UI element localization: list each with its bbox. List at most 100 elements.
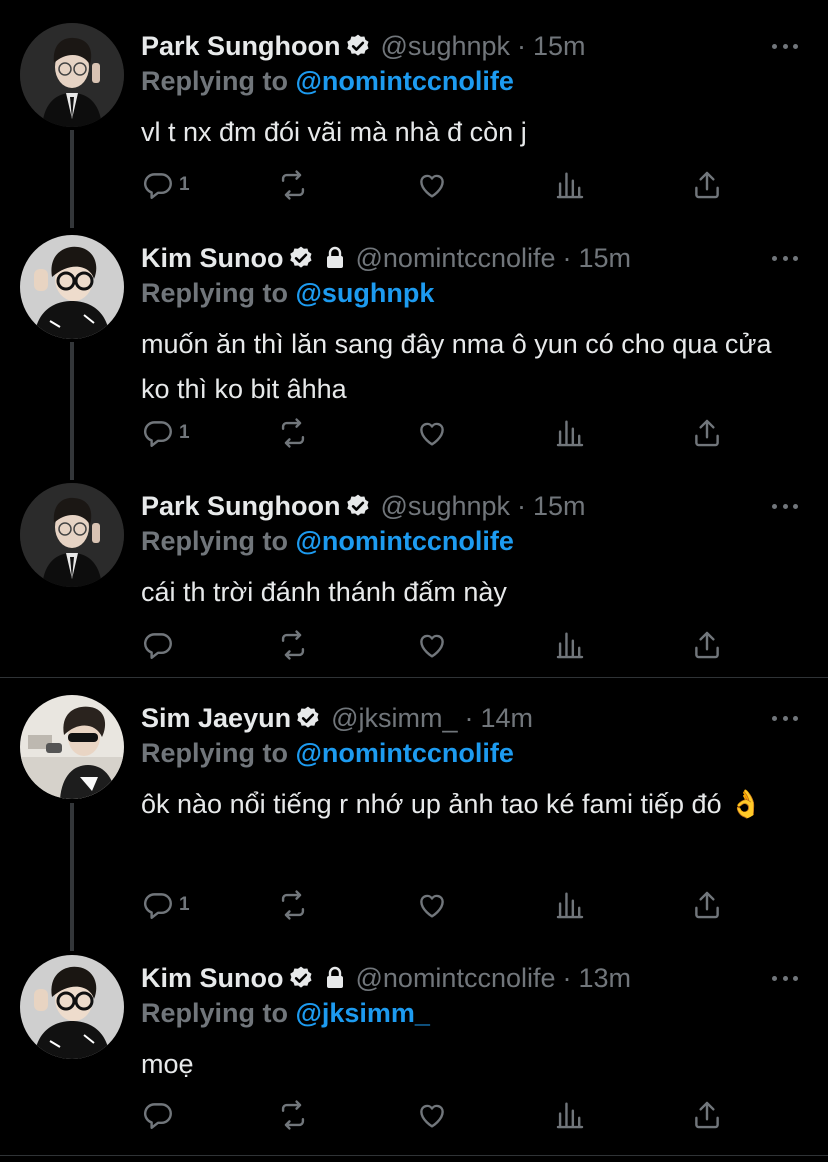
reply-button[interactable]: [141, 1097, 179, 1133]
replying-to-label: Replying to: [141, 526, 288, 556]
retweet-button[interactable]: [276, 887, 310, 923]
avatar[interactable]: [20, 23, 124, 127]
reply-icon: [143, 421, 172, 447]
like-button[interactable]: [415, 1097, 449, 1133]
more-icon[interactable]: [772, 704, 798, 732]
user-handle[interactable]: @sughnpk: [381, 491, 511, 522]
action-bar: 1: [141, 415, 741, 451]
share-button[interactable]: [690, 167, 724, 203]
like-button[interactable]: [415, 167, 449, 203]
share-button[interactable]: [690, 627, 724, 663]
profile-photo-sunoo: [20, 955, 124, 1059]
share-button[interactable]: [690, 1097, 724, 1133]
profile-photo-sunghoon: [20, 23, 124, 127]
views-button[interactable]: [553, 887, 587, 923]
like-button[interactable]: [415, 415, 449, 451]
lock-icon: [326, 246, 343, 268]
reply-button[interactable]: 1: [141, 167, 190, 203]
views-button[interactable]: [553, 415, 587, 451]
mention-link[interactable]: @sughnpk: [296, 278, 435, 308]
analytics-icon: [556, 1102, 584, 1129]
share-icon: [695, 1101, 719, 1129]
timestamp[interactable]: 15m: [533, 31, 586, 62]
like-button[interactable]: [415, 627, 449, 663]
more-icon[interactable]: [772, 32, 798, 60]
avatar[interactable]: [20, 483, 124, 587]
display-name[interactable]: Kim Sunoo: [141, 963, 284, 994]
tweet-header: Park Sunghoon @sughnpk · 15m: [141, 28, 758, 64]
display-name[interactable]: Sim Jaeyun: [141, 703, 291, 734]
mention-link[interactable]: @nomintccnolife: [296, 738, 514, 768]
profile-photo-sunghoon: [20, 483, 124, 587]
avatar[interactable]: [20, 235, 124, 339]
reply-button[interactable]: [141, 627, 179, 663]
user-handle[interactable]: @nomintccnolife: [356, 243, 556, 274]
more-icon[interactable]: [772, 492, 798, 520]
user-handle[interactable]: @nomintccnolife: [356, 963, 556, 994]
conversation-feed: Park Sunghoon @sughnpk · 15m Replying to…: [0, 0, 828, 1162]
timestamp[interactable]: 15m: [579, 243, 632, 274]
heart-icon: [420, 422, 444, 446]
tweet-separator: [0, 677, 828, 678]
share-icon: [695, 171, 719, 199]
views-button[interactable]: [553, 627, 587, 663]
reply-icon: [143, 173, 172, 199]
user-handle[interactable]: @sughnpk: [381, 31, 511, 62]
tweet[interactable]: Park Sunghoon @sughnpk · 15m Replying to…: [0, 20, 828, 215]
tweet-header: Sim Jaeyun @jksimm_ · 14m: [141, 700, 758, 736]
reply-icon: [143, 1103, 172, 1129]
retweet-button[interactable]: [276, 415, 310, 451]
reply-count: 1: [179, 174, 190, 195]
dot-separator: ·: [562, 962, 572, 993]
tweet-header: Park Sunghoon @sughnpk · 15m: [141, 488, 758, 524]
reply-button[interactable]: 1: [141, 415, 190, 451]
retweet-icon: [281, 418, 305, 448]
tweet-text: ôk nào nổi tiếng r nhớ up ảnh tao ké fam…: [141, 789, 763, 819]
reply-count: 1: [179, 894, 190, 915]
mention-link[interactable]: @nomintccnolife: [296, 66, 514, 96]
timestamp[interactable]: 15m: [533, 491, 586, 522]
timestamp[interactable]: 13m: [579, 963, 632, 994]
mention-link[interactable]: @nomintccnolife: [296, 526, 514, 556]
more-icon[interactable]: [772, 244, 798, 272]
action-bar: [141, 627, 741, 663]
retweet-button[interactable]: [276, 1097, 310, 1133]
profile-photo-sunoo: [20, 235, 124, 339]
timestamp[interactable]: 14m: [480, 703, 533, 734]
tweet[interactable]: Sim Jaeyun @jksimm_ · 14m Replying to @n…: [0, 692, 828, 942]
mention-link[interactable]: @jksimm_: [296, 998, 430, 1028]
more-icon[interactable]: [772, 964, 798, 992]
tweet-text: cái th trời đánh thánh đấm này: [141, 577, 507, 607]
tweet-header: Kim Sunoo @nomintccnolife · 13m: [141, 960, 758, 996]
display-name[interactable]: Park Sunghoon: [141, 31, 341, 62]
heart-icon: [420, 174, 444, 198]
views-button[interactable]: [553, 167, 587, 203]
tweet[interactable]: Kim Sunoo @nomintccnolife · 13m Replying…: [0, 952, 828, 1147]
retweet-button[interactable]: [276, 167, 310, 203]
views-button[interactable]: [553, 1097, 587, 1133]
heart-icon: [420, 894, 444, 918]
like-button[interactable]: [415, 887, 449, 923]
share-button[interactable]: [690, 415, 724, 451]
display-name[interactable]: Park Sunghoon: [141, 491, 341, 522]
avatar[interactable]: [20, 955, 124, 1059]
display-name[interactable]: Kim Sunoo: [141, 243, 284, 274]
reply-button[interactable]: 1: [141, 887, 190, 923]
retweet-button[interactable]: [276, 627, 310, 663]
tweet-separator: [0, 1155, 828, 1156]
user-handle[interactable]: @jksimm_: [331, 703, 457, 734]
tweet-header: Kim Sunoo @nomintccnolife · 15m: [141, 240, 758, 276]
tweet[interactable]: Kim Sunoo @nomintccnolife · 15m Replying…: [0, 232, 828, 477]
share-icon: [695, 631, 719, 659]
replying-to: Replying to @nomintccnolife: [141, 526, 514, 557]
tweet[interactable]: Park Sunghoon @sughnpk · 15m Replying to…: [0, 480, 828, 675]
dot-separator: ·: [464, 702, 474, 733]
share-button[interactable]: [690, 887, 724, 923]
replying-to-label: Replying to: [141, 66, 288, 96]
replying-to: Replying to @jksimm_: [141, 998, 430, 1029]
replying-to: Replying to @nomintccnolife: [141, 738, 514, 769]
dot-separator: ·: [517, 30, 527, 61]
action-bar: [141, 1097, 741, 1133]
avatar[interactable]: [20, 695, 124, 799]
retweet-icon: [281, 170, 305, 200]
